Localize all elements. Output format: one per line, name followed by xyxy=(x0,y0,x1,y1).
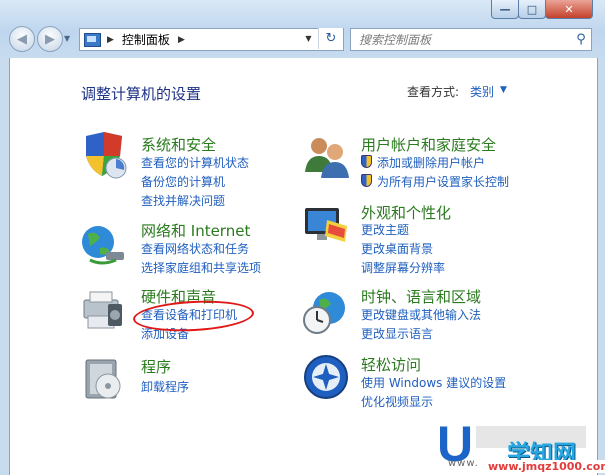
view-by-dropdown[interactable]: 类别 xyxy=(470,83,494,100)
link-change-keyboard-input[interactable]: 更改键盘或其他输入法 xyxy=(361,306,481,323)
watermark-site-text: www. xyxy=(448,458,479,469)
breadcrumb-separator-icon[interactable]: ▶ xyxy=(107,35,114,45)
search-icon[interactable]: ⚲ xyxy=(571,32,591,47)
category-title[interactable]: 程序 xyxy=(141,356,171,377)
forward-arrow-icon: ▶ xyxy=(45,31,55,47)
link-adjust-resolution[interactable]: 调整屏幕分辨率 xyxy=(361,259,445,276)
view-by-label: 查看方式: xyxy=(407,85,460,99)
close-button[interactable]: ✕ xyxy=(545,0,593,19)
link-windows-recommended-settings[interactable]: 使用 Windows 建议的设置 xyxy=(361,374,506,391)
watermark-url: www.jmqz1000.com xyxy=(485,460,605,473)
recent-pages-dropdown[interactable]: ▼ xyxy=(64,34,70,43)
page-title: 调整计算机的设置 xyxy=(81,85,202,103)
category-title[interactable]: 轻松访问 xyxy=(361,354,421,375)
category-title[interactable]: 网络和 Internet xyxy=(141,220,250,241)
link-find-fix-problems[interactable]: 查找并解决问题 xyxy=(141,192,225,209)
link-change-display-language[interactable]: 更改显示语言 xyxy=(361,325,433,342)
programs-icon[interactable] xyxy=(78,354,128,404)
system-security-icon[interactable] xyxy=(78,130,128,180)
breadcrumb-chevron-icon[interactable]: ▶ xyxy=(178,35,185,45)
link-optimize-video-display[interactable]: 优化视频显示 xyxy=(361,393,433,410)
minimize-button[interactable]: — xyxy=(491,0,519,19)
link-backup-computer[interactable]: 备份您的计算机 xyxy=(141,173,225,190)
hardware-sound-icon[interactable] xyxy=(78,286,128,336)
window-frame: — □ ✕ ◀ ▶ ▼ ▶ 控制面板 ▶ ▼ ↻ 搜索控制面板 ⚲ xyxy=(0,0,605,58)
address-dropdown-button[interactable]: ▼ xyxy=(300,28,317,49)
link-view-network-status[interactable]: 查看网络状态和任务 xyxy=(141,240,249,257)
link-parental-controls[interactable]: 为所有用户设置家长控制 xyxy=(361,173,509,190)
search-input[interactable]: 搜索控制面板 xyxy=(359,31,571,48)
category-title[interactable]: 用户帐户和家庭安全 xyxy=(361,134,496,155)
category-title[interactable]: 时钟、语言和区域 xyxy=(361,286,481,307)
refresh-icon: ↻ xyxy=(325,31,337,46)
link-change-theme[interactable]: 更改主题 xyxy=(361,221,409,238)
link-view-computer-status[interactable]: 查看您的计算机状态 xyxy=(141,154,249,171)
uac-shield-icon xyxy=(361,155,372,168)
back-button[interactable]: ◀ xyxy=(9,26,35,52)
uac-shield-icon xyxy=(361,174,372,187)
link-add-remove-users[interactable]: 添加或删除用户帐户 xyxy=(361,154,485,171)
refresh-button[interactable]: ↻ xyxy=(318,28,343,49)
view-dropdown-arrow-icon[interactable]: ▼ xyxy=(500,85,507,95)
category-title[interactable]: 外观和个性化 xyxy=(361,202,451,223)
category-title[interactable]: 系统和安全 xyxy=(141,134,216,155)
link-change-desktop-background[interactable]: 更改桌面背景 xyxy=(361,240,433,257)
forward-button[interactable]: ▶ xyxy=(37,26,63,52)
breadcrumb-control-panel[interactable]: 控制面板 xyxy=(122,31,170,48)
ease-of-access-icon[interactable] xyxy=(301,352,351,402)
user-accounts-icon[interactable] xyxy=(301,132,351,182)
back-arrow-icon: ◀ xyxy=(17,31,27,47)
network-internet-icon[interactable] xyxy=(78,218,128,268)
appearance-personalization-icon[interactable] xyxy=(301,200,351,250)
control-panel-content: 调整计算机的设置 查看方式: 类别 ▼ 系统和安全 查看您的计算机状态 备份您的… xyxy=(9,58,605,475)
link-homegroup-sharing[interactable]: 选择家庭组和共享选项 xyxy=(141,259,261,276)
search-box[interactable]: 搜索控制面板 ⚲ xyxy=(350,28,592,51)
clock-language-region-icon[interactable] xyxy=(301,288,351,338)
link-uninstall-program[interactable]: 卸载程序 xyxy=(141,378,189,395)
control-panel-icon xyxy=(84,32,101,47)
maximize-button[interactable]: □ xyxy=(518,0,546,19)
